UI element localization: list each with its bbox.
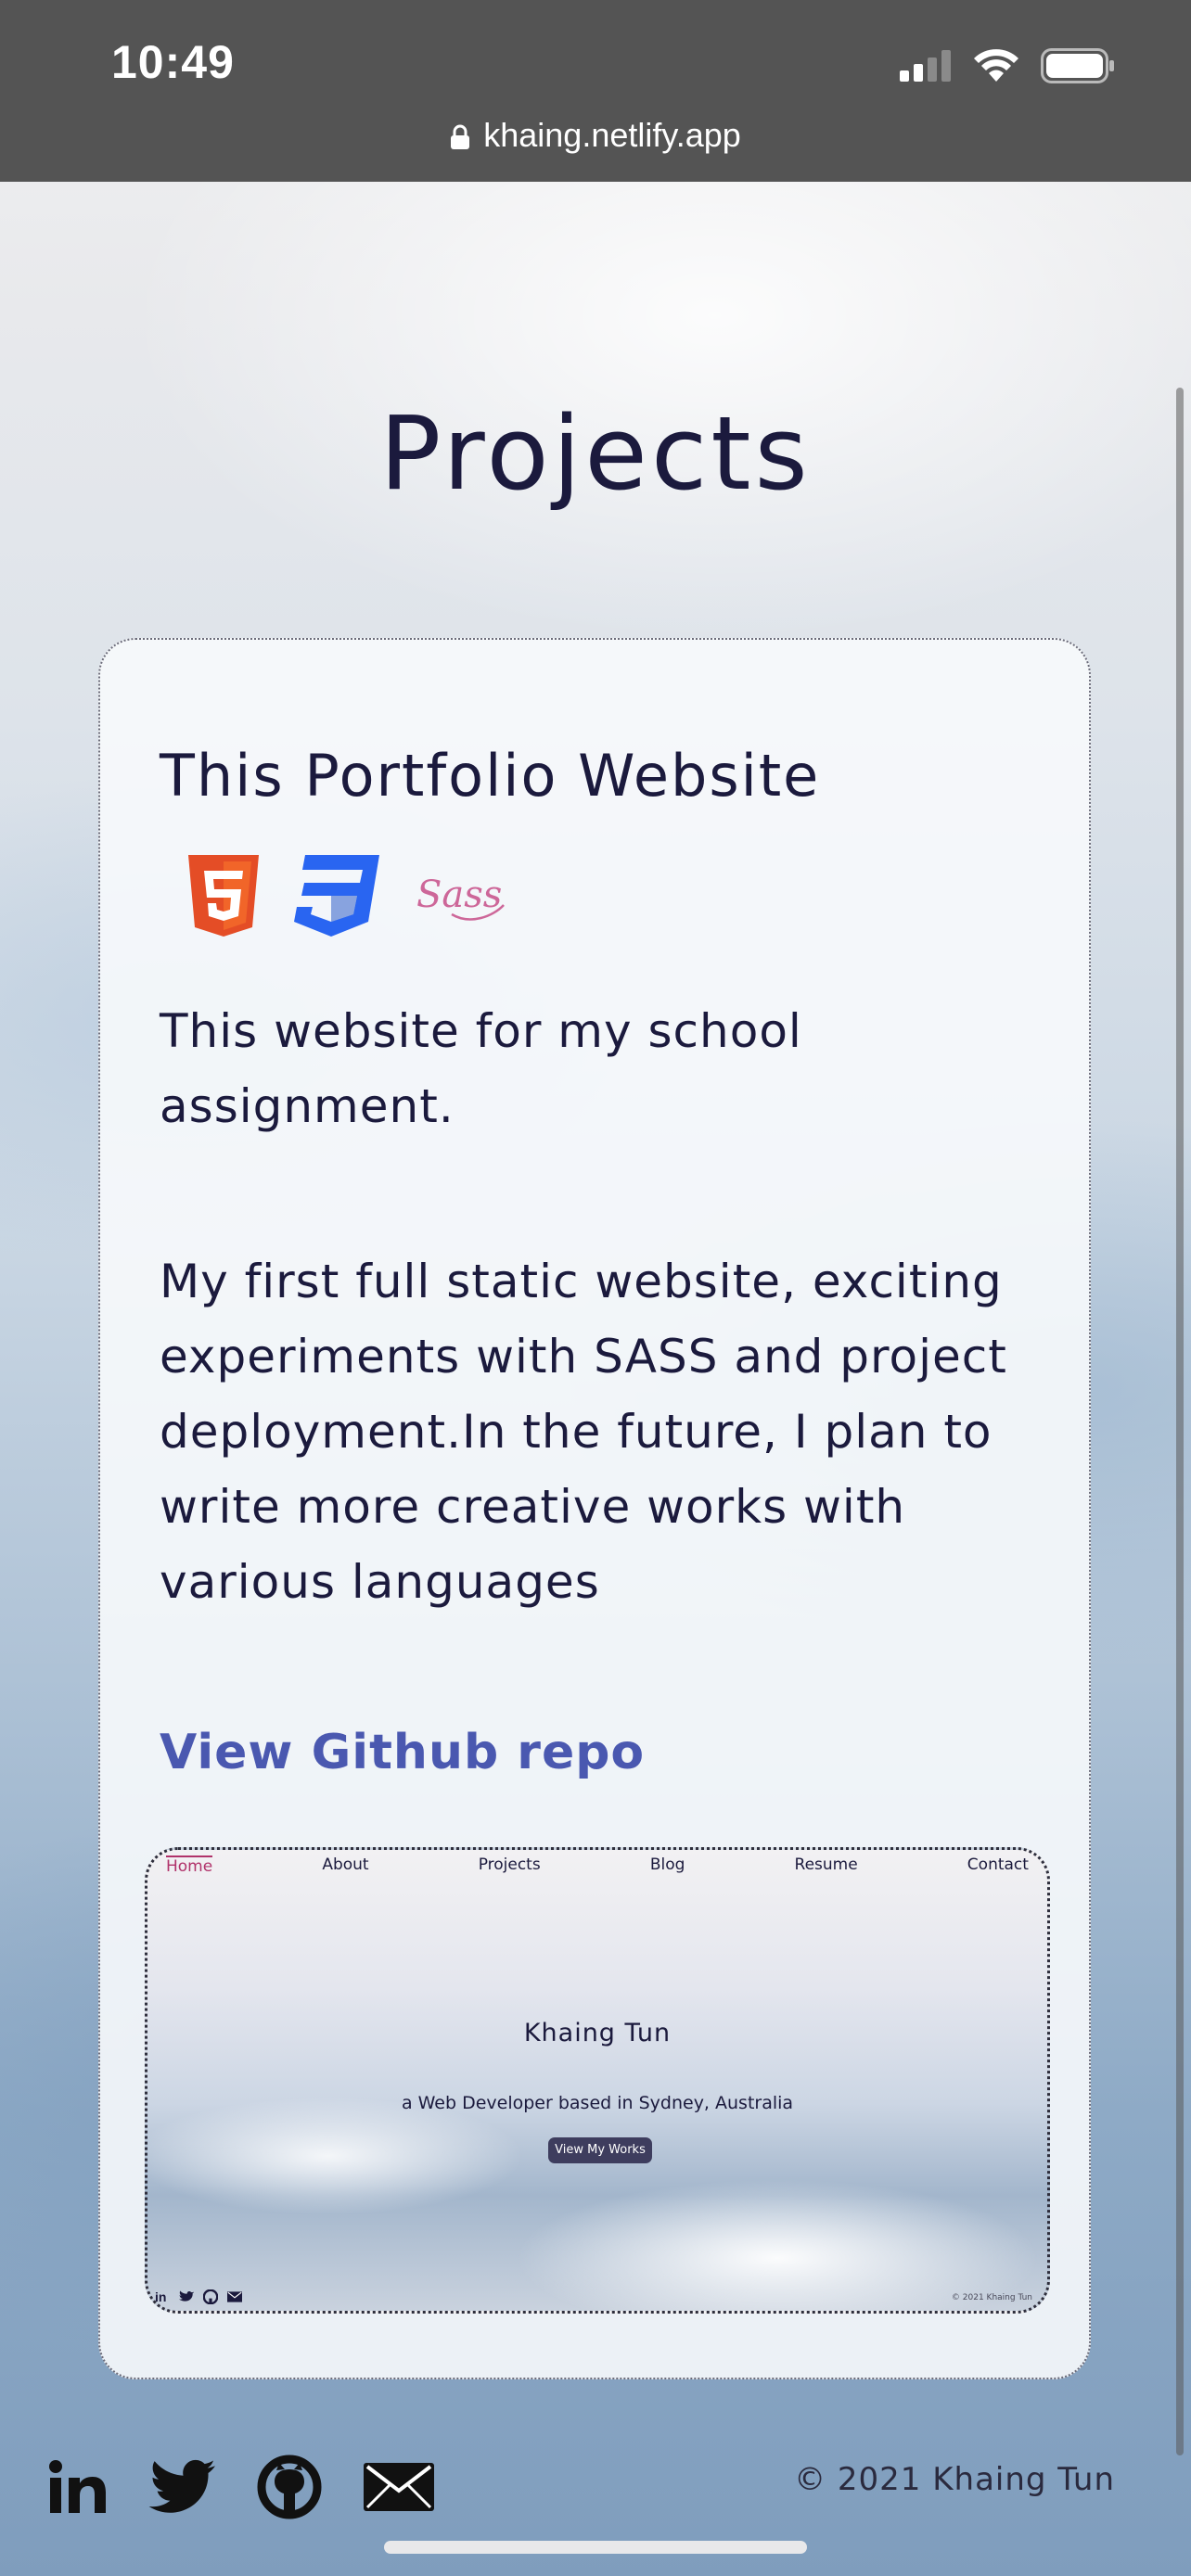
preview-nav-about: About xyxy=(322,1855,369,1874)
email-icon[interactable] xyxy=(364,2463,434,2511)
svg-text:Sass: Sass xyxy=(416,874,502,916)
status-time: 10:49 xyxy=(111,36,235,88)
preview-twitter-icon xyxy=(179,2290,194,2302)
preview-nav-blog: Blog xyxy=(649,1855,685,1874)
svg-text:in: in xyxy=(155,2290,166,2303)
twitter-icon[interactable] xyxy=(148,2459,215,2515)
preview-linkedin-icon: in xyxy=(155,2290,166,2303)
cellular-signal-icon xyxy=(900,50,951,82)
project-card: This Portfolio Website Sass This website… xyxy=(98,638,1091,2379)
preview-nav-home: Home xyxy=(166,1855,213,1876)
preview-view-works-button: View My Works xyxy=(548,2137,652,2163)
url-text: khaing.netlify.app xyxy=(483,116,741,154)
browser-top-bar: 10:49 khaing.netlify.app xyxy=(0,0,1191,182)
preview-github-icon xyxy=(203,2289,218,2304)
project-description-1: This website for my school assignment. xyxy=(160,1004,802,1133)
preview-nav-projects: Projects xyxy=(478,1855,541,1874)
status-icons xyxy=(900,48,1115,83)
tech-icons: Sass xyxy=(188,855,507,937)
preview-email-icon xyxy=(227,2291,242,2302)
wifi-icon xyxy=(974,49,1018,82)
preview-nav-resume: Resume xyxy=(794,1855,858,1874)
preview-nav-contact: Contact xyxy=(967,1855,1029,1874)
footer-social-links xyxy=(48,2454,434,2520)
sass-icon: Sass xyxy=(416,874,505,921)
page-title: Projects xyxy=(379,394,812,513)
project-description-2: My first full static website, exciting e… xyxy=(160,1255,1007,1609)
home-indicator[interactable] xyxy=(384,2541,807,2554)
preview-social-icons: in xyxy=(155,2289,242,2304)
preview-copyright: © 2021 Khaing Tun xyxy=(951,2293,1032,2302)
css3-icon xyxy=(294,855,379,937)
github-repo-link[interactable]: View Github repo xyxy=(160,1725,645,1780)
html5-icon xyxy=(188,855,259,937)
lock-icon xyxy=(450,120,470,159)
preview-tagline: a Web Developer based in Sydney, Austral… xyxy=(401,2093,794,2113)
url-bar[interactable]: khaing.netlify.app xyxy=(0,116,1191,159)
preview-nav: Home About Projects Blog Resume Contact xyxy=(147,1855,1047,1876)
scrollbar[interactable] xyxy=(1176,388,1184,2455)
github-icon[interactable] xyxy=(256,2454,323,2520)
linkedin-icon[interactable] xyxy=(48,2457,108,2517)
project-preview-image[interactable]: Home About Projects Blog Resume Contact … xyxy=(145,1847,1050,2314)
project-title: This Portfolio Website xyxy=(160,742,821,810)
battery-icon xyxy=(1041,48,1114,83)
preview-name: Khaing Tun xyxy=(523,2019,672,2047)
footer-copyright: © 2021 Khaing Tun xyxy=(794,2461,1115,2498)
